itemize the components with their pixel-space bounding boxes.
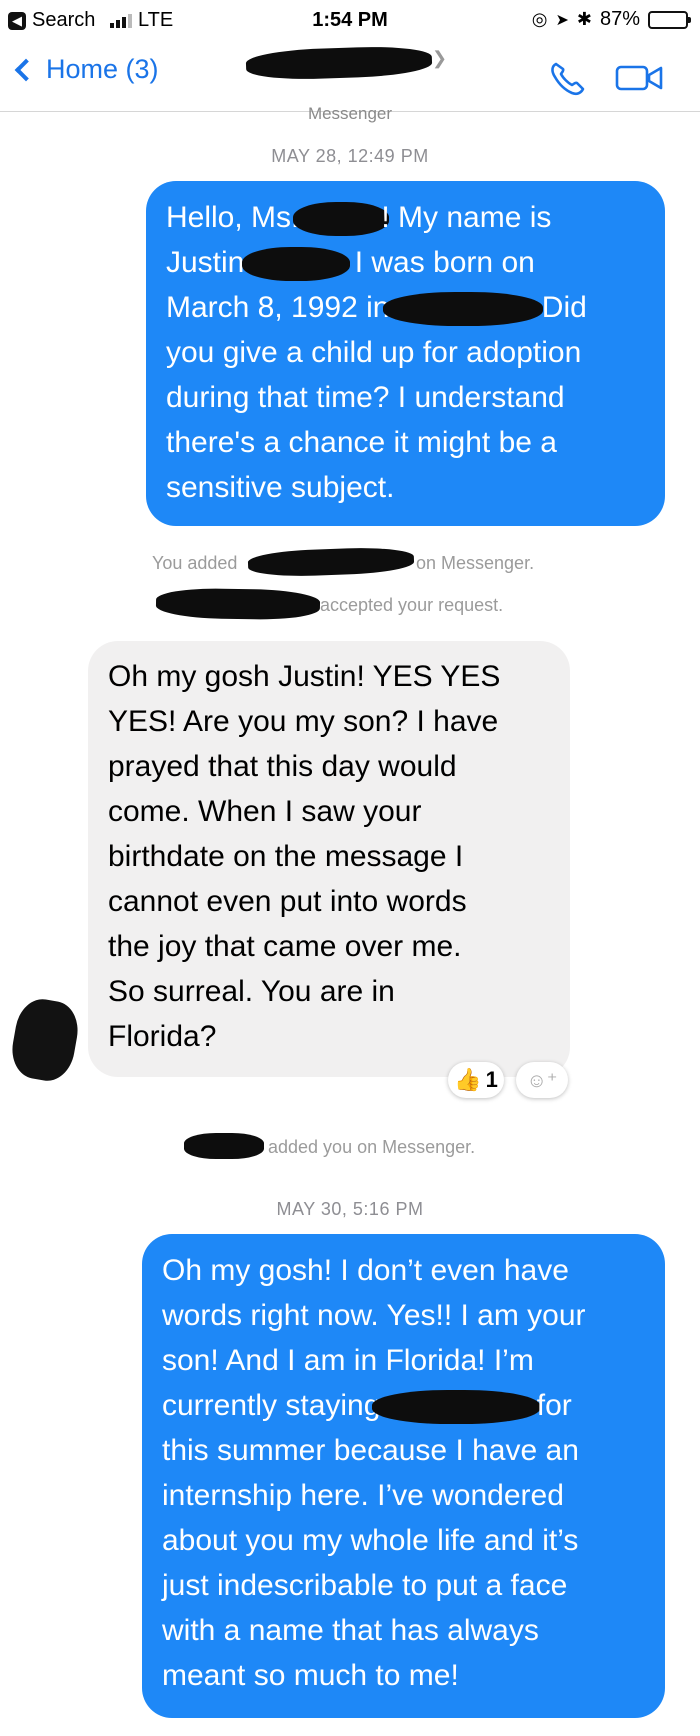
home-back-label: Home (3) — [46, 54, 159, 84]
message-line: Oh my gosh Justin! YES YES — [108, 660, 501, 693]
message-line: during that time? I understand — [166, 381, 565, 414]
phone-icon[interactable] — [548, 60, 588, 96]
message-line: son! And I am in Florida! I’m — [162, 1344, 534, 1377]
conversation-header: Home (3) ❯ Messenger — [0, 40, 700, 123]
message-line: prayed that this day would — [108, 750, 457, 783]
system-text: accepted your request. — [320, 595, 504, 615]
incoming-message[interactable]: Oh my gosh Justin! YES YES YES! Are you m… — [88, 641, 570, 1077]
message-line: Oh my gosh! I don’t even have — [162, 1254, 569, 1287]
incoming-message-text: Oh my gosh Justin! YES YES YES! Are you m… — [108, 654, 550, 1059]
message-line: Hello, Ms.! My name is — [166, 195, 645, 240]
battery-percent: 87% — [599, 8, 640, 30]
chevron-left-icon — [14, 58, 38, 81]
status-right: ◎ ➤ ✱ 87% — [531, 8, 691, 31]
system-text: You added — [152, 553, 238, 573]
message-line: YES! Are you my son? I have — [108, 705, 499, 738]
message-line: Florida? — [108, 1020, 217, 1053]
system-text: on Messenger. — [416, 553, 535, 573]
contact-name-redacted[interactable] — [245, 44, 433, 82]
message-line: birthdate on the message I — [108, 840, 464, 873]
message-line: with a name that has always — [162, 1614, 539, 1647]
message-line: internship here. I’ve wondered — [162, 1479, 564, 1512]
location-icon: ➤ — [555, 11, 569, 29]
message-line: meant so much to me! — [162, 1659, 459, 1692]
message-line: about you my whole life and it’s — [162, 1524, 579, 1557]
status-bar: ◀ Search LTE 1:54 PM ◎ ➤ ✱ 87% — [0, 0, 700, 40]
outgoing-message[interactable]: Oh my gosh! I don’t even have words righ… — [142, 1234, 665, 1718]
battery-icon — [648, 10, 691, 29]
message-line: words right now. Yes!! I am your — [162, 1299, 586, 1332]
message-line: cannot even put into words — [108, 885, 467, 918]
sender-avatar[interactable] — [7, 995, 83, 1085]
thumbs-up-icon: 👍 — [454, 1067, 482, 1092]
system-text: added you on Messenger. — [268, 1137, 476, 1157]
message-line: sensitive subject. — [166, 471, 395, 504]
add-reaction-icon: ☺⁺ — [526, 1069, 558, 1092]
message-line: just indescribable to put a face — [162, 1569, 568, 1602]
message-line: March 8, 1992 in Did — [166, 285, 645, 330]
home-back-button[interactable]: Home (3) — [14, 54, 159, 85]
message-line: currently staying for — [162, 1383, 645, 1428]
outgoing-message[interactable]: Hello, Ms.! My name is Justin I was born… — [146, 181, 665, 526]
message-line: come. When I saw your — [108, 795, 422, 828]
timestamp: MAY 30, 5:16 PM — [276, 1199, 424, 1219]
message-line: Justin I was born on — [166, 240, 645, 285]
header-subtitle: Messenger — [307, 104, 393, 123]
video-camera-icon[interactable] — [614, 62, 666, 94]
message-line: this summer because I have an — [162, 1434, 579, 1467]
reaction-count: 1 — [485, 1067, 498, 1092]
chevron-right-icon: ❯ — [432, 48, 448, 68]
message-line: you give a child up for adoption — [166, 336, 582, 369]
message-line: the joy that came over me. — [108, 930, 462, 963]
redacted-name — [155, 587, 321, 621]
redacted-name — [247, 546, 415, 578]
orientation-lock-icon: ◎ — [531, 9, 548, 29]
timestamp: MAY 28, 12:49 PM — [271, 146, 429, 166]
redacted-name — [184, 1133, 264, 1159]
add-reaction-button[interactable]: ☺⁺ — [516, 1062, 568, 1098]
bluetooth-icon: ✱ — [576, 9, 592, 29]
message-line: So surreal. You are in — [108, 975, 395, 1008]
reaction-badge[interactable]: 👍 1 — [448, 1062, 504, 1098]
message-line: there's a chance it might be a — [166, 426, 557, 459]
